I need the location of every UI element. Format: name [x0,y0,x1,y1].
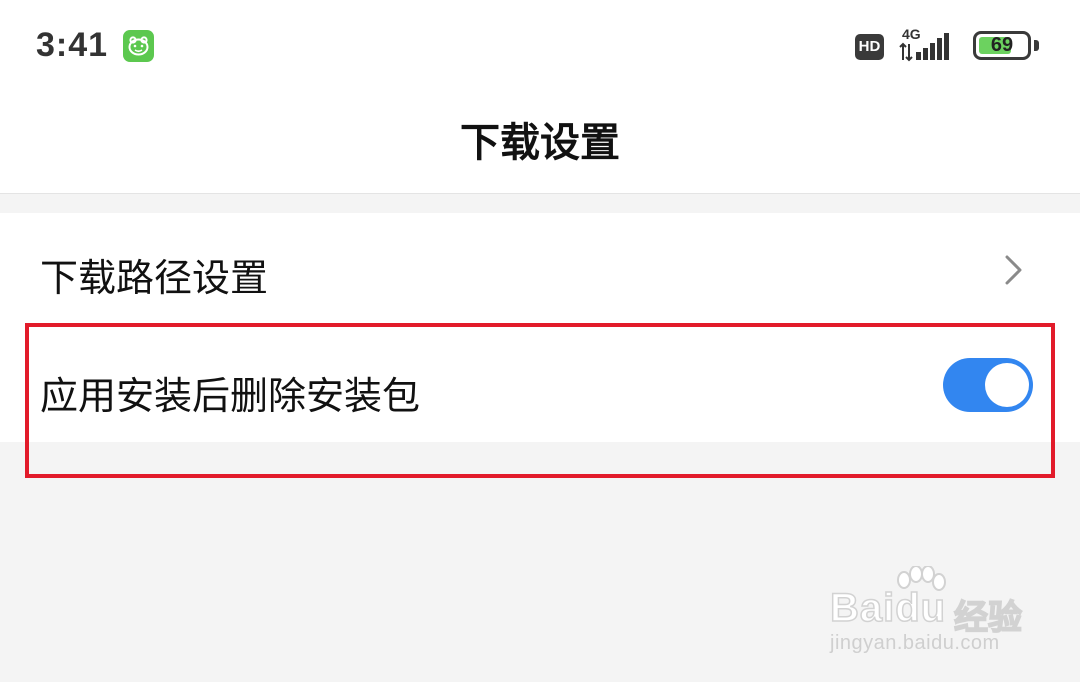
paw-logo-icon [892,565,948,610]
battery-percent: 69 [990,34,1014,56]
toggle-knob [985,363,1029,407]
baidu-jingyan-watermark: Baidu 经验 jingyan.baidu.com [826,565,1026,658]
delete-package-after-install-label: 应用安装后删除安装包 [40,374,421,418]
battery-icon: 69 [973,31,1031,60]
battery-cap [1034,40,1039,51]
download-path-setting-row[interactable]: 下载路径设置 [0,213,1080,327]
page-title: 下载设置 [460,120,620,166]
settings-list: 下载路径设置 应用安装后删除安装包 [0,213,1080,442]
status-bar: 3:41 HD 4G 69 [0,0,1080,95]
chevron-right-icon [998,253,1028,287]
delete-package-after-install-row: 应用安装后删除安装包 [0,327,1080,442]
hd-icon: HD [855,34,884,60]
title-bar: 下载设置 [0,95,1080,194]
delete-package-toggle[interactable] [943,358,1033,412]
signal-icon [898,30,960,66]
app-notification-icon [123,30,154,62]
watermark-product: 经验 [953,597,1023,639]
watermark-url: jingyan.baidu.com [830,632,1000,654]
watermark-brand: Baidu [829,585,947,631]
status-time: 3:41 [36,26,109,64]
download-path-setting-label: 下载路径设置 [40,256,269,300]
